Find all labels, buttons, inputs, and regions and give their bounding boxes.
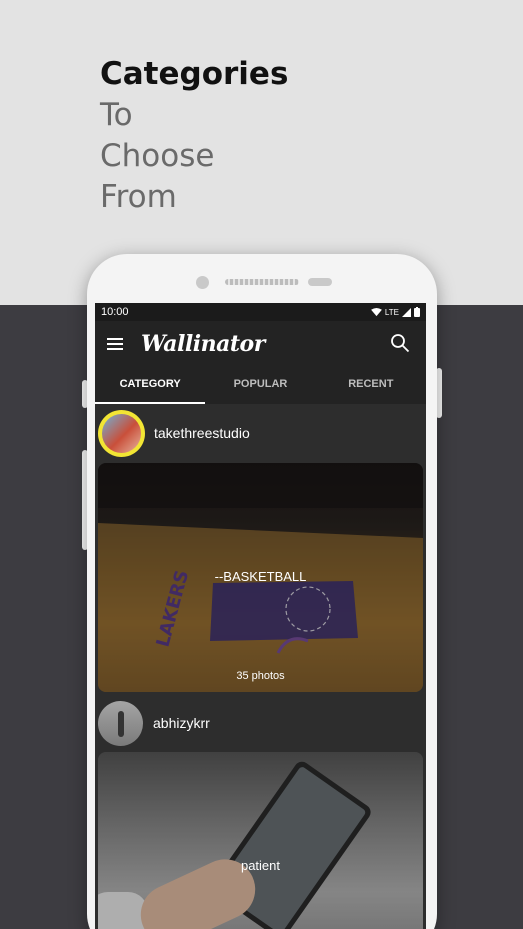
- card-overlay: [98, 752, 423, 929]
- battery-icon: [414, 307, 420, 317]
- earpiece-speaker: [225, 279, 299, 285]
- headline-line-3: Choose: [100, 138, 215, 174]
- headline-line-4: From: [100, 179, 177, 215]
- phone-screen: 10:00 LTE Wallinator CATEGORY POPULAR RE…: [95, 303, 426, 929]
- photo-count: 35 photos: [236, 670, 285, 682]
- tab-recent[interactable]: RECENT: [316, 366, 426, 404]
- app-title: Wallinator: [141, 330, 265, 357]
- avatar[interactable]: [98, 700, 143, 746]
- user-row[interactable]: takethreestudio: [98, 408, 423, 458]
- front-camera: [196, 276, 209, 289]
- hamburger-menu-icon[interactable]: [107, 337, 123, 350]
- category-card-basketball[interactable]: LAKERS --BASKETBALL 35 photos: [98, 463, 423, 692]
- user-row[interactable]: abhizykrr: [98, 698, 423, 748]
- headline-line-1: Categories: [100, 56, 289, 92]
- app-bar: Wallinator: [95, 321, 426, 366]
- status-bar: 10:00 LTE: [95, 303, 426, 321]
- tab-popular[interactable]: POPULAR: [205, 366, 315, 404]
- avatar[interactable]: [98, 409, 145, 457]
- wifi-icon: [371, 307, 382, 316]
- username[interactable]: abhizykrr: [153, 715, 210, 731]
- headline-line-2: To: [100, 97, 133, 133]
- search-icon[interactable]: [390, 333, 410, 353]
- category-title: --BASKETBALL: [214, 569, 307, 584]
- signal-icon: [402, 307, 411, 317]
- category-feed: takethreestudio LAKERS --BASKETBALL 35 p…: [95, 404, 426, 929]
- tab-bar: CATEGORY POPULAR RECENT: [95, 366, 426, 404]
- status-icons: LTE: [371, 307, 420, 317]
- tab-category[interactable]: CATEGORY: [95, 366, 206, 404]
- proximity-sensor: [308, 278, 332, 286]
- category-card-patient[interactable]: patient: [98, 752, 423, 929]
- username[interactable]: takethreestudio: [154, 425, 250, 441]
- network-label: LTE: [384, 307, 399, 317]
- promo-headline: Categories To Choose From: [100, 54, 288, 218]
- category-title: patient: [240, 858, 281, 873]
- status-time: 10:00: [101, 306, 129, 318]
